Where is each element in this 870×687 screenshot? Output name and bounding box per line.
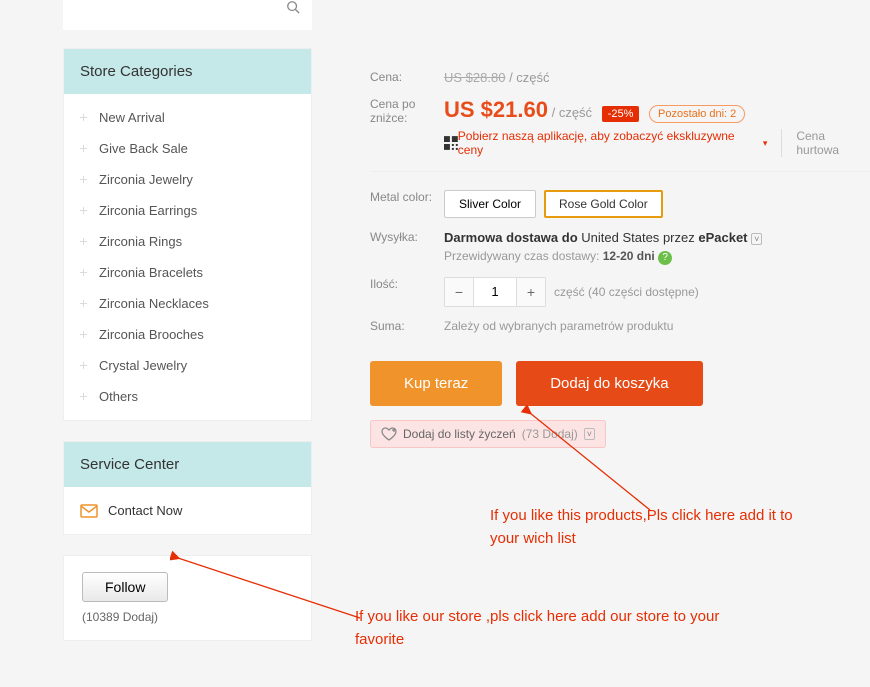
contact-now-link[interactable]: Contact Now (64, 487, 311, 534)
category-label: Crystal Jewelry (99, 358, 187, 373)
help-icon[interactable]: ? (658, 251, 672, 265)
qty-input[interactable] (473, 278, 517, 306)
sidebar-category-item[interactable]: Zirconia Earrings (64, 195, 311, 226)
qty-available: (40 części dostępne) (588, 285, 699, 299)
total-label: Suma: (370, 319, 444, 333)
product-detail: Cena: US $28.80 / część Cena po zniżce: … (312, 0, 870, 661)
buy-now-button[interactable]: Kup teraz (370, 361, 502, 406)
price-unit: / część (552, 105, 592, 120)
category-label: Zirconia Necklaces (99, 296, 209, 311)
old-price: US $28.80 (444, 70, 505, 85)
shipping-dropdown[interactable]: ˅ (751, 233, 762, 245)
category-label: Zirconia Earrings (99, 203, 197, 218)
shipping-country: United States (581, 230, 659, 245)
follow-button[interactable]: Follow (82, 572, 168, 602)
shipping-days: 12-20 dni (603, 249, 655, 263)
category-label: Zirconia Brooches (99, 327, 204, 342)
plus-icon (80, 269, 87, 276)
plus-icon (80, 331, 87, 338)
category-label: Zirconia Rings (99, 234, 182, 249)
plus-icon (80, 393, 87, 400)
variant-option[interactable]: Sliver Color (444, 190, 536, 218)
shipping-est-label: Przewidywany czas dostawy: (444, 249, 599, 263)
category-label: New Arrival (99, 110, 165, 125)
app-promo-link[interactable]: Pobierz naszą aplikację, aby zobaczyć ek… (458, 129, 768, 157)
price-label: Cena: (370, 70, 444, 85)
discount-price-label: Cena po zniżce: (370, 97, 444, 157)
qty-decrease-button[interactable]: − (445, 278, 473, 306)
variant-label: Metal color: (370, 190, 444, 218)
wishlist-dropdown[interactable]: ˅ (584, 428, 595, 440)
sidebar-category-item[interactable]: Zirconia Brooches (64, 319, 311, 350)
plus-icon (80, 176, 87, 183)
qty-unit: część (554, 285, 585, 299)
shipping-label: Wysyłka: (370, 230, 444, 265)
service-header: Service Center (64, 442, 311, 487)
sidebar-category-item[interactable]: Zirconia Bracelets (64, 257, 311, 288)
sidebar-category-item[interactable]: Zirconia Necklaces (64, 288, 311, 319)
add-to-wishlist-button[interactable]: Dodaj do listy życzeń (73 Dodaj) ˅ (370, 420, 606, 448)
categories-header: Store Categories (64, 49, 311, 94)
contact-label: Contact Now (108, 503, 182, 518)
discount-badge: -25% (602, 106, 640, 122)
plus-icon (80, 238, 87, 245)
categories-panel: Store Categories New Arrival Give Back Sa… (63, 48, 312, 421)
category-label: Others (99, 389, 138, 404)
category-label: Zirconia Bracelets (99, 265, 203, 280)
sidebar-category-item[interactable]: New Arrival (64, 102, 311, 133)
search-bar[interactable] (63, 0, 312, 30)
qr-icon (444, 136, 458, 150)
variant-option[interactable]: Rose Gold Color (544, 190, 663, 218)
follow-panel: Follow (10389 Dodaj) (63, 555, 312, 641)
wishlist-count: (73 Dodaj) (522, 427, 578, 441)
plus-icon (80, 300, 87, 307)
sidebar-category-item[interactable]: Crystal Jewelry (64, 350, 311, 381)
heart-icon (381, 427, 397, 441)
plus-icon (80, 207, 87, 214)
wholesale-link[interactable]: Cena hurtowa (781, 129, 870, 157)
sidebar-category-item[interactable]: Zirconia Rings (64, 226, 311, 257)
app-promo-text: Pobierz naszą aplikację, aby zobaczyć ek… (458, 129, 759, 157)
shipping-method: ePacket (698, 230, 747, 245)
chevron-down-icon: ▾ (763, 138, 768, 149)
service-panel: Service Center Contact Now (63, 441, 312, 535)
plus-icon (80, 114, 87, 121)
plus-icon (80, 362, 87, 369)
add-to-cart-button[interactable]: Dodaj do koszyka (516, 361, 702, 406)
sidebar-category-item[interactable]: Zirconia Jewelry (64, 164, 311, 195)
old-price-unit: / część (509, 70, 549, 85)
mail-icon (80, 504, 98, 518)
total-depends: Zależy od wybranych parametrów produktu (444, 319, 870, 333)
follow-count: (10389 Dodaj) (82, 610, 293, 624)
category-label: Give Back Sale (99, 141, 188, 156)
category-label: Zirconia Jewelry (99, 172, 193, 187)
shipping-free: Darmowa dostawa do (444, 230, 578, 245)
wishlist-label: Dodaj do listy życzeń (403, 427, 516, 441)
price: US $21.60 (444, 97, 548, 122)
sidebar-category-item[interactable]: Others (64, 381, 311, 412)
search-icon (286, 0, 300, 14)
qty-label: Ilość: (370, 277, 444, 307)
shipping-via: przez (663, 230, 695, 245)
plus-icon (80, 145, 87, 152)
sidebar-category-item[interactable]: Give Back Sale (64, 133, 311, 164)
divider (370, 171, 870, 172)
quantity-stepper: − + (444, 277, 546, 307)
qty-increase-button[interactable]: + (517, 278, 545, 306)
time-left-badge: Pozostało dni: 2 (649, 105, 745, 123)
